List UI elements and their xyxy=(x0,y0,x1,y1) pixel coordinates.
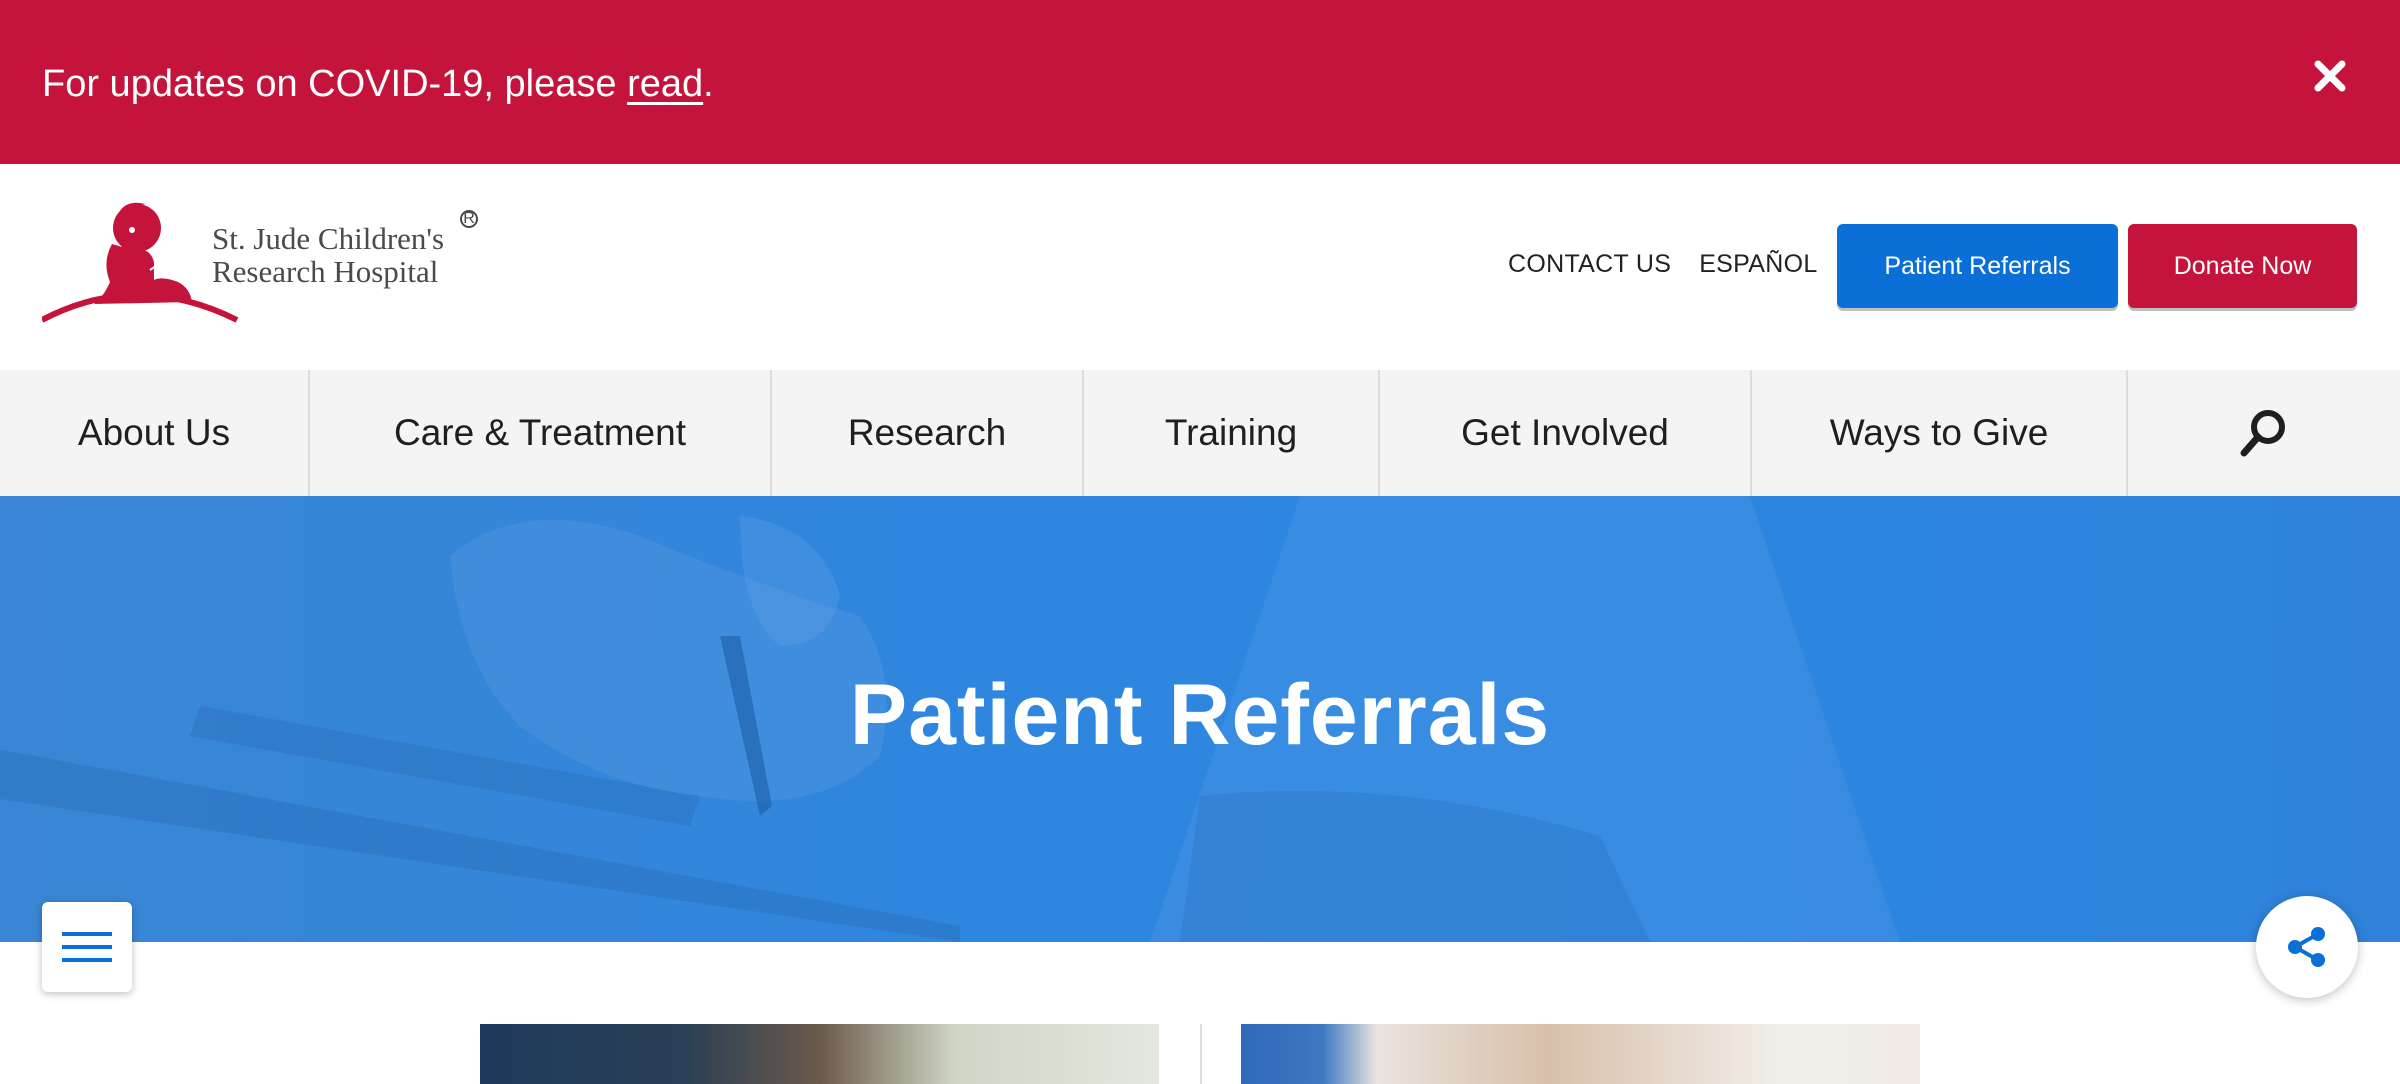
logo-line-2: Research Hospital xyxy=(212,254,439,289)
hamburger-menu-icon xyxy=(62,932,112,962)
content-card-image-left[interactable] xyxy=(480,1024,1159,1084)
nav-item-about-us[interactable]: About Us xyxy=(0,370,310,496)
content-card-image-right[interactable] xyxy=(1241,1024,1920,1084)
registered-mark: R xyxy=(460,210,478,228)
alert-message: For updates on COVID-19, please read. xyxy=(42,60,714,108)
close-icon[interactable] xyxy=(2310,56,2350,96)
page-title: Patient Referrals xyxy=(849,667,1551,763)
nav-item-get-involved[interactable]: Get Involved xyxy=(1380,370,1752,496)
hamburger-menu-button[interactable] xyxy=(42,902,132,992)
search-button[interactable] xyxy=(2128,370,2400,496)
site-header: St. Jude Children's Research Hospital R … xyxy=(0,164,2400,370)
st-jude-logo[interactable]: St. Jude Children's Research Hospital R xyxy=(40,192,492,332)
main-navigation: About Us Care & Treatment Research Train… xyxy=(0,370,2400,496)
logo-wordmark: St. Jude Children's Research Hospital xyxy=(212,222,444,288)
alert-text: For updates on COVID-19, please xyxy=(42,63,628,105)
patient-referrals-button[interactable]: Patient Referrals xyxy=(1837,224,2118,308)
espanol-link[interactable]: ESPAÑOL xyxy=(1699,250,1817,279)
logo-line-1: St. Jude Children's xyxy=(212,221,445,256)
nav-item-ways-to-give[interactable]: Ways to Give xyxy=(1752,370,2128,496)
search-icon xyxy=(2240,410,2285,457)
hero-banner: Patient Referrals xyxy=(0,496,2400,942)
share-button[interactable] xyxy=(2256,896,2358,998)
nav-item-care-treatment[interactable]: Care & Treatment xyxy=(310,370,772,496)
covid-alert-banner: For updates on COVID-19, please read. xyxy=(0,0,2400,164)
nav-item-research[interactable]: Research xyxy=(772,370,1084,496)
content-divider xyxy=(1200,1024,1202,1084)
share-icon xyxy=(2288,927,2325,967)
nav-item-training[interactable]: Training xyxy=(1084,370,1380,496)
donate-now-button[interactable]: Donate Now xyxy=(2128,224,2357,308)
contact-us-link[interactable]: CONTACT US xyxy=(1508,250,1671,279)
utility-links: CONTACT US ESPAÑOL xyxy=(1508,250,1818,279)
alert-read-link[interactable]: read xyxy=(627,63,703,105)
alert-period: . xyxy=(703,63,714,105)
